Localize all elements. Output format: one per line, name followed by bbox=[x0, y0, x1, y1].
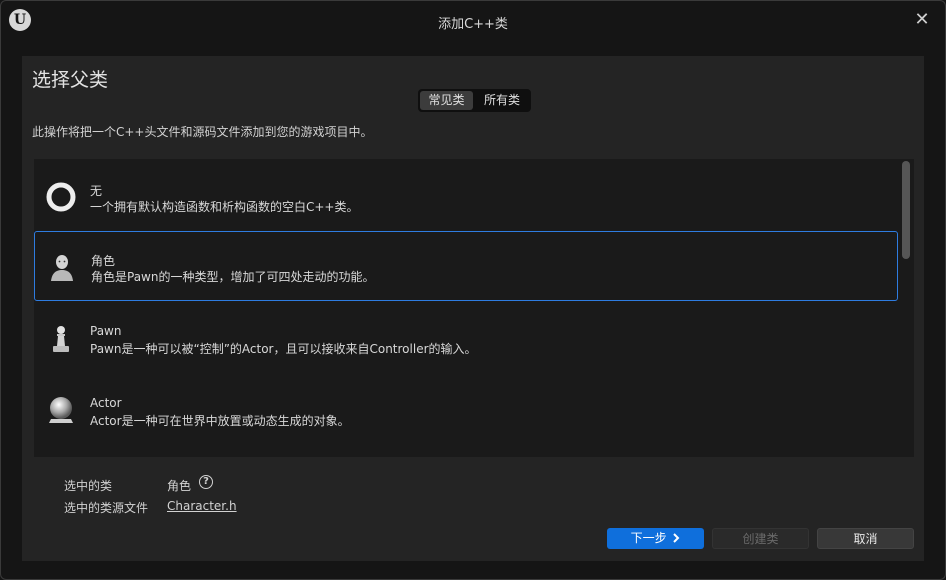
selected-source-label: 选中的类源文件 bbox=[64, 501, 149, 515]
class-item-description: Actor是一种可在世界中放置或动态生成的对象。 bbox=[90, 414, 350, 428]
selected-source-link[interactable]: Character.h bbox=[167, 499, 237, 513]
class-item-description: 角色是Pawn的一种类型，增加了可四处走动的功能。 bbox=[91, 270, 375, 284]
class-item-description: Pawn是一种可以被“控制”的Actor，且可以接收来自Controller的输… bbox=[90, 342, 477, 356]
create-class-button[interactable]: 创建类 bbox=[712, 528, 809, 549]
selected-class-value: 角色 bbox=[167, 479, 192, 493]
page-title: 选择父类 bbox=[32, 69, 109, 91]
list-scrollbar[interactable] bbox=[902, 161, 910, 259]
tab-common-classes[interactable]: 常见类 bbox=[420, 91, 473, 110]
next-button-label: 下一步 bbox=[630, 531, 667, 545]
title-bar: U 添加C++类 ✕ bbox=[1, 1, 945, 41]
actor-sphere-icon bbox=[49, 397, 73, 423]
next-button[interactable]: 下一步 bbox=[607, 528, 704, 549]
ring-icon bbox=[46, 182, 76, 212]
class-item-none[interactable]: 无 一个拥有默认构造函数和析构函数的空白C++类。 bbox=[34, 162, 898, 232]
class-item-character[interactable]: 角色 角色是Pawn的一种类型，增加了可四处走动的功能。 bbox=[34, 231, 898, 301]
window-title: 添加C++类 bbox=[438, 17, 508, 32]
dialog-window: U 添加C++类 ✕ 选择父类 常见类 所有类 此操作将把一个C++头文件和源码… bbox=[0, 0, 946, 580]
cancel-button[interactable]: 取消 bbox=[817, 528, 914, 549]
class-item-pawn[interactable]: Pawn Pawn是一种可以被“控制”的Actor，且可以接收来自Control… bbox=[34, 304, 898, 374]
pawn-icon bbox=[53, 326, 69, 352]
chevron-right-icon bbox=[673, 533, 680, 543]
character-icon bbox=[51, 255, 73, 281]
tab-all-classes[interactable]: 所有类 bbox=[475, 91, 529, 110]
class-item-name: 无 bbox=[90, 184, 103, 198]
close-icon[interactable]: ✕ bbox=[911, 9, 933, 31]
parent-class-panel: 选择父类 常见类 所有类 此操作将把一个C++头文件和源码文件添加到您的游戏项目… bbox=[22, 56, 924, 561]
panel-description: 此操作将把一个C++头文件和源码文件添加到您的游戏项目中。 bbox=[32, 125, 373, 139]
class-item-name: Pawn bbox=[90, 324, 122, 338]
class-item-name: 角色 bbox=[91, 254, 116, 268]
class-item-actor[interactable]: Actor Actor是一种可在世界中放置或动态生成的对象。 bbox=[34, 376, 898, 446]
class-item-description: 一个拥有默认构造函数和析构函数的空白C++类。 bbox=[90, 200, 359, 214]
help-icon[interactable]: ? bbox=[199, 475, 213, 489]
class-item-name: Actor bbox=[90, 396, 122, 410]
selected-class-label: 选中的类 bbox=[64, 479, 113, 493]
class-filter-tabs: 常见类 所有类 bbox=[418, 89, 531, 112]
class-list: 无 一个拥有默认构造函数和析构函数的空白C++类。 角色 角色是Pawn的一种类… bbox=[34, 159, 914, 457]
